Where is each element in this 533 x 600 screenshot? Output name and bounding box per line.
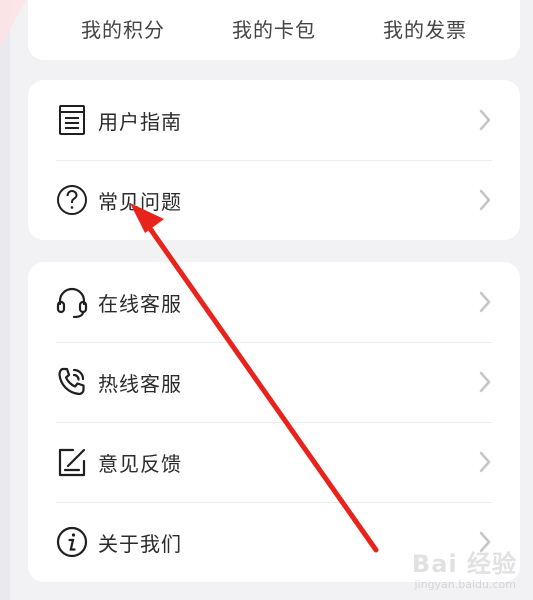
chevron-right-icon (479, 371, 491, 393)
left-edge-strip (0, 0, 26, 600)
menu-item-feedback[interactable]: 意见反馈 (28, 422, 520, 502)
phone-icon (55, 365, 89, 399)
menu-item-label: 热线客服 (98, 371, 182, 396)
menu-item-faq[interactable]: 常见问题 (28, 160, 520, 240)
my-points-label: 我的积分 (81, 18, 165, 42)
my-invoice-label: 我的发票 (383, 18, 467, 42)
user-stats-card: 我的积分 我的卡包 我的发票 (28, 0, 520, 60)
watermark-text: Bai 经验 (411, 550, 517, 578)
watermark-subtext: jingyan.baidu.com (414, 578, 516, 591)
menu-item-label: 意见反馈 (98, 451, 182, 476)
chevron-right-icon (479, 109, 491, 131)
my-invoice-button[interactable]: 我的发票 (350, 14, 500, 43)
question-icon (55, 183, 89, 217)
menu-item-label: 用户指南 (98, 109, 182, 134)
customer-service-card: 在线客服 热线客服 意见反馈 关于我们 (28, 262, 520, 582)
my-card-wallet-button[interactable]: 我的卡包 (199, 14, 349, 43)
menu-item-user-guide[interactable]: 用户指南 (28, 80, 520, 160)
chevron-right-icon (479, 291, 491, 313)
chevron-right-icon (479, 451, 491, 473)
my-card-wallet-label: 我的卡包 (232, 18, 316, 42)
help-guide-card: 用户指南 常见问题 (28, 80, 520, 240)
headset-icon (55, 285, 89, 319)
menu-item-online-service[interactable]: 在线客服 (28, 262, 520, 342)
document-icon (55, 103, 89, 137)
menu-item-label: 在线客服 (98, 291, 182, 316)
my-points-button[interactable]: 我的积分 (48, 14, 198, 43)
feedback-icon (55, 445, 89, 479)
watermark: Bai 经验 jingyan.baidu.com (375, 540, 525, 592)
info-icon (55, 525, 89, 559)
menu-item-label: 常见问题 (98, 189, 182, 214)
chevron-right-icon (479, 189, 491, 211)
menu-item-label: 关于我们 (98, 531, 182, 556)
menu-item-hotline-service[interactable]: 热线客服 (28, 342, 520, 422)
